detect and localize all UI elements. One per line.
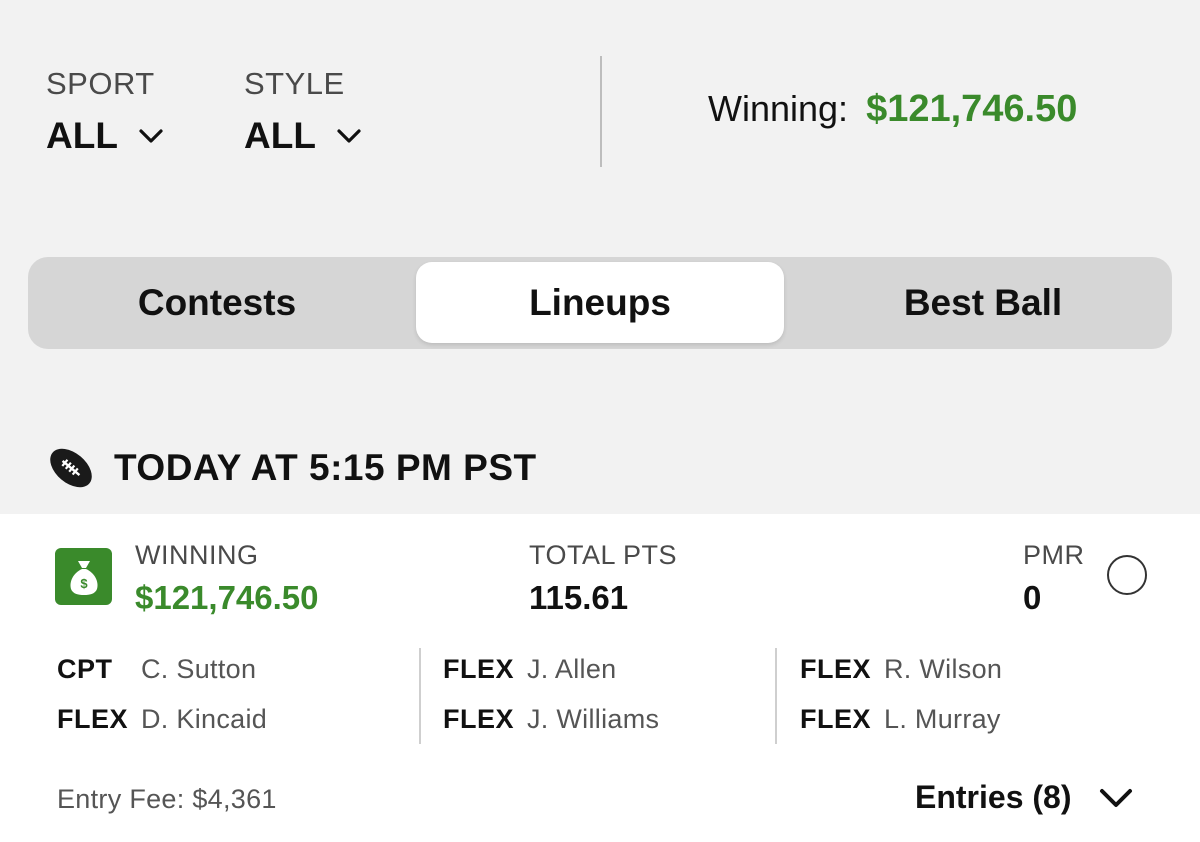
sport-dropdown[interactable]: ALL — [46, 116, 164, 156]
total-pts-stat: TOTAL PTS 115.61 — [529, 540, 677, 616]
slot-player: J. Allen — [527, 654, 617, 684]
slot-position: FLEX — [800, 654, 872, 684]
winning-summary-label: Winning: — [708, 88, 849, 129]
winning-stat-label: WINNING — [135, 540, 259, 570]
select-lineup-radio[interactable] — [1107, 555, 1147, 595]
slot-position: CPT — [57, 654, 113, 684]
lineup-slot: FLEX J. Williams — [443, 704, 659, 754]
winning-summary-amount: $121,746.50 — [866, 88, 1078, 130]
sport-filter: SPORT ALL — [46, 66, 164, 156]
lineup-slot: CPT C. Sutton — [57, 654, 267, 704]
lineup-column: CPT C. Sutton FLEX D. Kincaid — [57, 654, 267, 754]
game-title: TODAY AT 5:15 PM PST — [114, 447, 537, 488]
lineup-column: FLEX J. Allen FLEX J. Williams — [443, 654, 659, 754]
pmr-label: PMR — [1023, 540, 1085, 570]
tab-contests[interactable]: Contests — [33, 262, 401, 343]
style-dropdown[interactable]: ALL — [244, 116, 362, 156]
slot-position: FLEX — [443, 704, 515, 734]
pmr-value: 0 — [1023, 579, 1042, 616]
slot-player: J. Williams — [527, 704, 660, 734]
sport-dropdown-value: ALL — [46, 115, 118, 156]
style-dropdown-value: ALL — [244, 115, 316, 156]
football-icon — [50, 448, 92, 488]
chevron-down-icon — [139, 129, 163, 143]
svg-text:$: $ — [80, 576, 88, 591]
entry-fee: Entry Fee: $4,361 — [57, 784, 277, 814]
money-bag-icon: $ — [55, 548, 112, 605]
slot-position: FLEX — [57, 704, 129, 734]
entries-toggle[interactable]: Entries (8) — [915, 779, 1133, 816]
style-filter-label: STYLE — [244, 66, 345, 101]
winning-stat: WINNING $121,746.50 — [135, 540, 319, 616]
winning-summary: Winning: $121,746.50 — [708, 88, 1077, 131]
lineup-slot: FLEX R. Wilson — [800, 654, 1002, 704]
lineup-slot: FLEX J. Allen — [443, 654, 659, 704]
lineup-card[interactable]: $ WINNING $121,746.50 TOTAL PTS 115.61 P… — [0, 514, 1200, 842]
slot-player: D. Kincaid — [141, 704, 268, 734]
total-pts-value: 115.61 — [529, 579, 629, 616]
slot-player: R. Wilson — [884, 654, 1003, 684]
pmr-stat: PMR 0 — [1023, 540, 1085, 616]
chevron-down-icon — [337, 129, 361, 143]
style-filter: STYLE ALL — [244, 66, 362, 156]
lineup-column: FLEX R. Wilson FLEX L. Murray — [800, 654, 1002, 754]
chevron-down-icon — [1100, 788, 1133, 807]
sport-filter-label: SPORT — [46, 66, 155, 101]
slot-position: FLEX — [800, 704, 872, 734]
tab-lineups[interactable]: Lineups — [416, 262, 784, 343]
total-pts-label: TOTAL PTS — [529, 540, 678, 570]
slot-position: FLEX — [443, 654, 515, 684]
slot-player: L. Murray — [884, 704, 1001, 734]
view-tabs: Contests Lineups Best Ball — [28, 257, 1172, 349]
header-divider — [600, 56, 602, 167]
lineup-slot: FLEX L. Murray — [800, 704, 1002, 754]
entries-label: Entries (8) — [915, 779, 1072, 815]
column-divider — [419, 648, 421, 744]
slot-player: C. Sutton — [141, 654, 257, 684]
lineup-slot: FLEX D. Kincaid — [57, 704, 267, 754]
game-header: TODAY AT 5:15 PM PST — [46, 444, 537, 492]
winning-stat-value: $121,746.50 — [135, 579, 319, 616]
tab-best-ball[interactable]: Best Ball — [799, 262, 1167, 343]
column-divider — [775, 648, 777, 744]
